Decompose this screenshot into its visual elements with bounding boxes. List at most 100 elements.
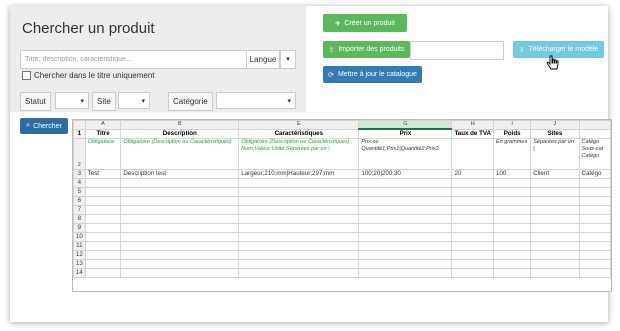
table-cell[interactable] bbox=[578, 178, 611, 188]
table-cell[interactable] bbox=[238, 232, 360, 242]
row-header[interactable]: 7 bbox=[73, 205, 86, 215]
table-cell[interactable]: Description bbox=[120, 128, 240, 139]
table-cell[interactable] bbox=[530, 196, 580, 206]
table-cell[interactable] bbox=[84, 250, 122, 260]
table-cell[interactable]: En grammes bbox=[493, 138, 532, 170]
table-cell[interactable] bbox=[238, 268, 360, 278]
row-header[interactable]: 4 bbox=[73, 178, 86, 188]
table-cell[interactable] bbox=[451, 232, 495, 242]
update-catalog-button[interactable]: ⟳ Mettre à jour le catalogue bbox=[323, 66, 422, 83]
table-cell[interactable] bbox=[238, 250, 360, 260]
table-cell[interactable]: Caractéristiques bbox=[238, 128, 360, 139]
table-cell[interactable]: 100 bbox=[493, 169, 532, 179]
table-cell[interactable] bbox=[451, 138, 495, 170]
table-cell[interactable] bbox=[358, 250, 453, 260]
table-cell[interactable] bbox=[120, 214, 240, 224]
table-cell[interactable] bbox=[84, 214, 122, 224]
table-cell[interactable] bbox=[451, 187, 495, 197]
table-cell[interactable] bbox=[530, 223, 580, 233]
table-cell[interactable] bbox=[451, 268, 495, 278]
table-cell[interactable]: Prix bbox=[358, 128, 453, 139]
table-cell[interactable] bbox=[493, 178, 532, 188]
table-cell[interactable] bbox=[238, 196, 360, 206]
table-cell[interactable]: Obligatoire (Description ou Caractéristi… bbox=[238, 138, 360, 170]
table-cell[interactable]: Taux de TVA bbox=[451, 128, 495, 139]
table-cell[interactable] bbox=[84, 178, 122, 188]
table-cell[interactable] bbox=[451, 241, 495, 251]
statut-select[interactable]: ▾ bbox=[55, 92, 89, 109]
table-cell[interactable] bbox=[84, 196, 122, 206]
table-cell[interactable] bbox=[120, 259, 240, 269]
table-cell[interactable] bbox=[530, 187, 580, 197]
title-only-checkbox[interactable] bbox=[22, 71, 31, 80]
table-cell[interactable]: Poids bbox=[493, 128, 532, 139]
row-header[interactable]: 11 bbox=[73, 241, 86, 251]
table-cell[interactable] bbox=[578, 205, 611, 215]
table-cell[interactable] bbox=[493, 214, 532, 224]
row-header[interactable]: 8 bbox=[73, 214, 86, 224]
table-cell[interactable] bbox=[530, 268, 580, 278]
table-cell[interactable] bbox=[238, 214, 360, 224]
table-cell[interactable]: Séparées par un | bbox=[530, 138, 580, 170]
column-header[interactable]: B bbox=[120, 120, 240, 130]
row-header[interactable]: 14 bbox=[73, 268, 86, 278]
table-cell[interactable] bbox=[84, 232, 122, 242]
table-cell[interactable] bbox=[530, 232, 580, 242]
row-header[interactable]: 1 bbox=[73, 128, 86, 139]
table-cell[interactable] bbox=[451, 205, 495, 215]
column-header[interactable] bbox=[578, 120, 611, 130]
file-field[interactable] bbox=[410, 41, 504, 60]
table-cell[interactable] bbox=[238, 205, 360, 215]
table-cell[interactable] bbox=[451, 250, 495, 260]
column-header[interactable]: G bbox=[358, 120, 453, 130]
table-cell[interactable] bbox=[120, 223, 240, 233]
table-cell[interactable] bbox=[530, 214, 580, 224]
table-cell[interactable] bbox=[358, 268, 453, 278]
table-cell[interactable] bbox=[451, 214, 495, 224]
table-cell[interactable] bbox=[493, 232, 532, 242]
table-cell[interactable] bbox=[84, 223, 122, 233]
table-cell[interactable] bbox=[120, 268, 240, 278]
table-cell[interactable] bbox=[238, 241, 360, 251]
table-cell[interactable] bbox=[451, 178, 495, 188]
title-only-option[interactable]: Chercher dans le titre uniquement bbox=[22, 71, 155, 80]
chevron-down-icon[interactable]: ▾ bbox=[280, 50, 296, 69]
create-product-button[interactable]: + Créer un produit bbox=[323, 14, 407, 32]
table-cell[interactable] bbox=[238, 178, 360, 188]
table-cell[interactable] bbox=[578, 196, 611, 206]
row-header[interactable]: 13 bbox=[73, 259, 86, 269]
table-cell[interactable] bbox=[451, 259, 495, 269]
row-header[interactable]: 3 bbox=[73, 169, 86, 179]
table-cell[interactable] bbox=[578, 223, 611, 233]
table-cell[interactable]: Obligatoire (Description ou Caractéristi… bbox=[120, 138, 240, 170]
search-button[interactable]: ⌕ Chercher bbox=[20, 118, 68, 134]
table-cell[interactable] bbox=[451, 223, 495, 233]
row-header[interactable]: 6 bbox=[73, 196, 86, 206]
search-input[interactable]: Titre, description, caractéristique... bbox=[20, 50, 250, 69]
table-cell[interactable] bbox=[120, 241, 240, 251]
table-cell[interactable]: Catégo Sous-cat Catégo bbox=[578, 138, 611, 170]
table-cell[interactable]: Sites bbox=[530, 128, 580, 139]
row-header[interactable]: 12 bbox=[73, 250, 86, 260]
table-cell[interactable] bbox=[120, 205, 240, 215]
table-cell[interactable] bbox=[493, 223, 532, 233]
table-cell[interactable] bbox=[84, 259, 122, 269]
table-cell[interactable] bbox=[493, 250, 532, 260]
table-cell[interactable] bbox=[84, 241, 122, 251]
table-cell[interactable]: Client bbox=[530, 169, 580, 179]
table-cell[interactable] bbox=[578, 187, 611, 197]
table-cell[interactable] bbox=[358, 232, 453, 242]
column-header[interactable]: A bbox=[84, 120, 122, 130]
table-cell[interactable] bbox=[530, 241, 580, 251]
table-cell[interactable] bbox=[238, 223, 360, 233]
table-cell[interactable] bbox=[493, 241, 532, 251]
table-cell[interactable] bbox=[84, 187, 122, 197]
site-select[interactable]: ▾ bbox=[118, 92, 150, 109]
table-cell[interactable]: Catégo bbox=[578, 169, 611, 179]
table-cell[interactable] bbox=[120, 196, 240, 206]
table-cell[interactable] bbox=[358, 196, 453, 206]
table-cell[interactable]: Obligatoire bbox=[84, 138, 122, 170]
table-cell[interactable] bbox=[358, 178, 453, 188]
table-cell[interactable] bbox=[84, 268, 122, 278]
table-cell[interactable] bbox=[493, 196, 532, 206]
